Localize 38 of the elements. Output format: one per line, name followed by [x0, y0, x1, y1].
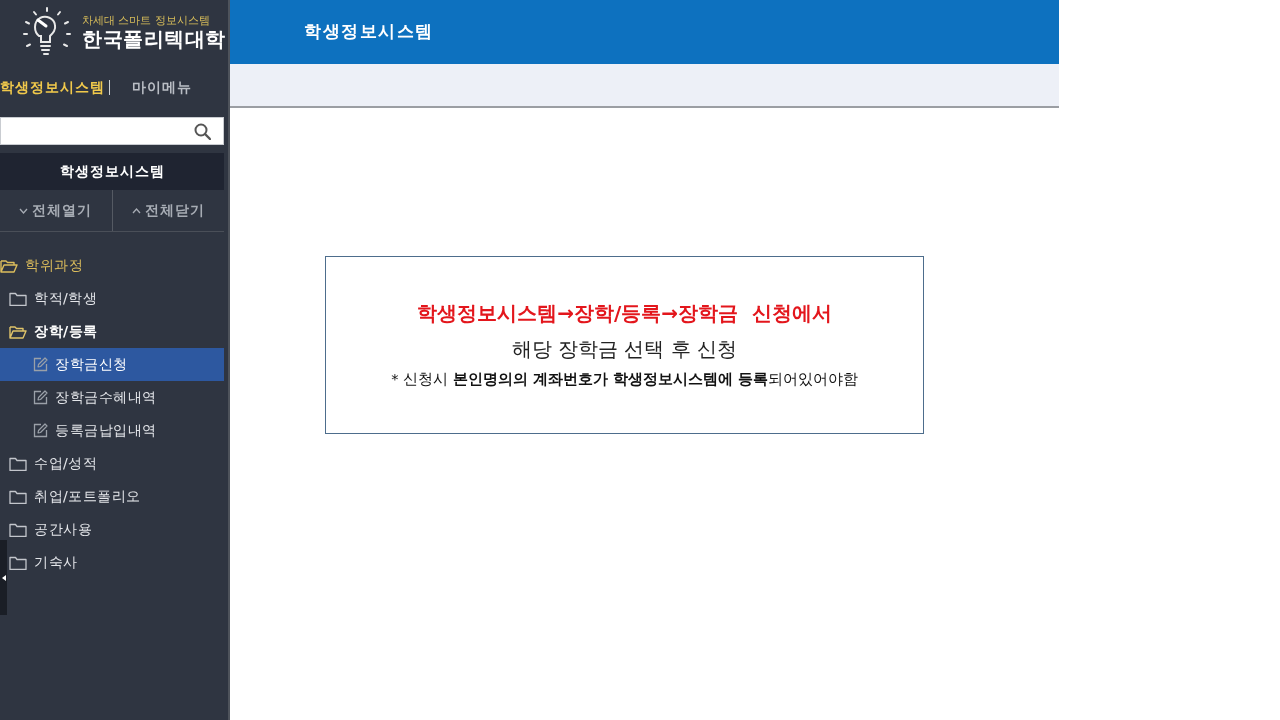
folder-icon: [9, 291, 27, 306]
tree-item[interactable]: 수업/성적: [9, 447, 98, 480]
tree-item[interactable]: 기숙사: [9, 546, 78, 579]
open-folder-icon: [9, 324, 27, 339]
logo-text: 한국폴리텍대학: [82, 26, 226, 51]
tree-item[interactable]: 장학금수혜내역: [33, 381, 157, 414]
page-title: 학생정보시스템: [304, 20, 434, 44]
notice-text: 해당 장학금 선택 후 신청: [510, 336, 739, 363]
open-folder-icon: [0, 258, 18, 273]
notice-heading: 학생정보시스템→장학/등록→장학금 신청에서: [416, 300, 833, 327]
tree-item[interactable]: 학적/학생: [9, 282, 98, 315]
folder-icon: [9, 555, 27, 570]
edit-icon: [33, 357, 48, 372]
folder-icon: [9, 489, 27, 504]
expand-all-button[interactable]: 전체열기: [0, 190, 112, 231]
sidebar-toggle[interactable]: [0, 540, 7, 615]
lightbulb-logo-icon: [22, 6, 72, 58]
tree-item[interactable]: 등록금납입내역: [33, 414, 157, 447]
chevron-up-icon: [131, 207, 141, 214]
chevron-down-icon: [19, 207, 29, 214]
search-field[interactable]: [0, 117, 224, 145]
tree-item[interactable]: 공간사용: [9, 513, 92, 546]
notice-note: * 신청시 본인명의의 계좌번호가 학생정보시스템에 등록되어있어야함: [390, 370, 859, 389]
tree-item[interactable]: 장학금신청: [0, 348, 224, 381]
tree-item[interactable]: 취업/포트폴리오: [9, 480, 141, 513]
folder-icon: [9, 522, 27, 537]
search-icon: [194, 122, 211, 140]
menu-title: 학생정보시스템: [0, 153, 224, 190]
tree-item[interactable]: 장학/등록: [9, 315, 98, 348]
system-tab[interactable]: 학생정보시스템: [0, 78, 107, 96]
caret-left-icon: [1, 574, 6, 581]
edit-icon: [33, 423, 48, 438]
tree-item[interactable]: 학위과정: [0, 249, 83, 282]
logo-tagline: 차세대 스마트 정보시스템: [82, 13, 211, 27]
folder-icon: [9, 456, 27, 471]
collapse-all-button[interactable]: 전체닫기: [111, 190, 224, 231]
system-tab[interactable]: 마이메뉴: [132, 78, 194, 96]
edit-icon: [33, 390, 48, 405]
